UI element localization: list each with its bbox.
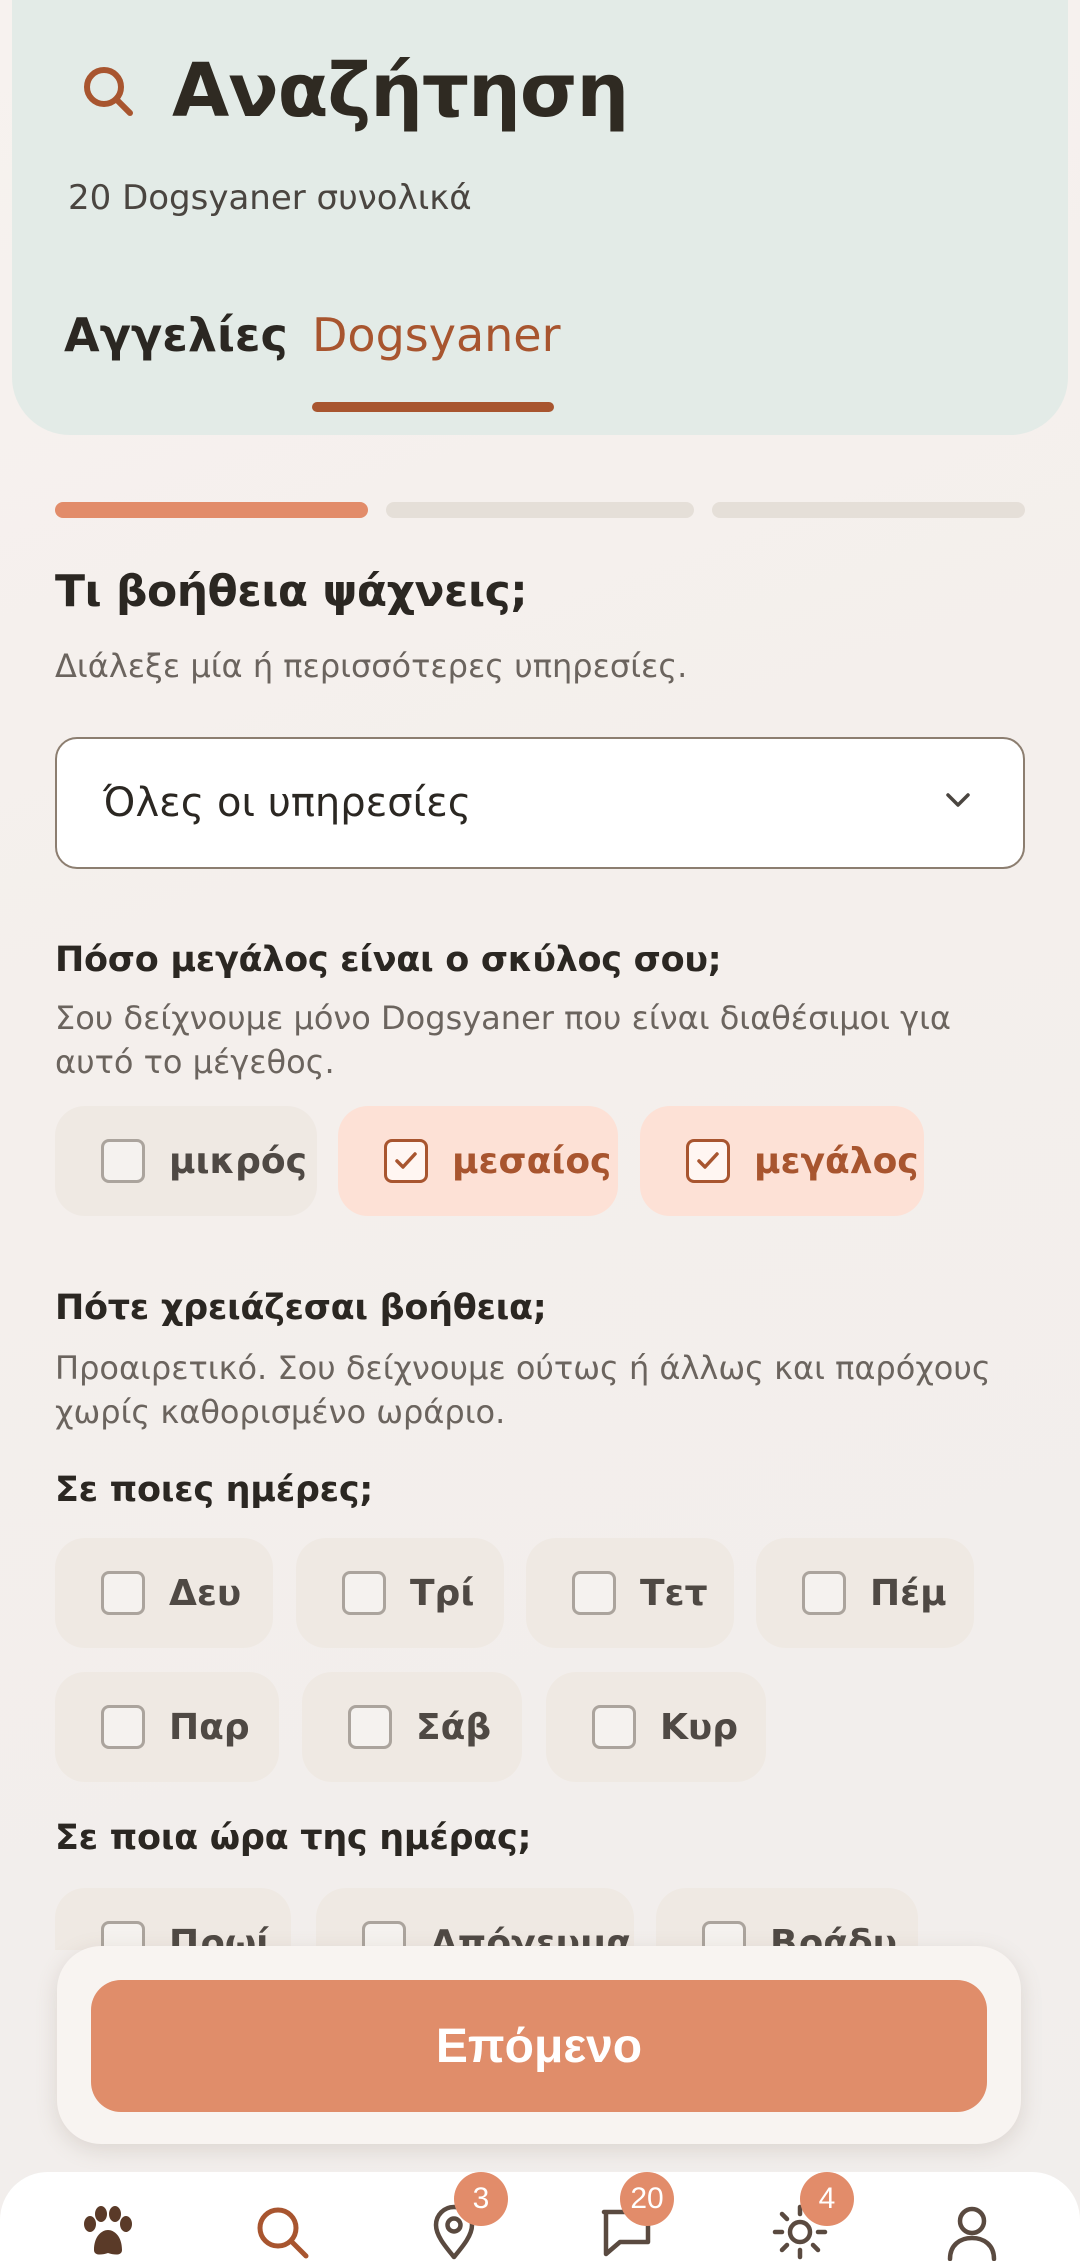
time-title: Σε ποια ώρα της ημέρας; xyxy=(55,1818,532,1858)
day-chip-thu[interactable]: Πέμ xyxy=(756,1538,974,1648)
checkbox[interactable] xyxy=(592,1705,636,1749)
chip-label: Πέμ xyxy=(870,1572,947,1614)
nav-profile[interactable] xyxy=(942,2202,1002,2262)
when-title: Πότε χρειάζεσαι βοήθεια; xyxy=(55,1288,547,1328)
services-description: Διάλεξε μία ή περισσότερες υπηρεσίες. xyxy=(55,647,688,685)
size-chip-small[interactable]: μικρός xyxy=(55,1106,317,1216)
chip-label: Δευ xyxy=(169,1572,242,1614)
day-chip-sun[interactable]: Κυρ xyxy=(546,1672,766,1782)
results-count: 20 Dogsyaner συνολικά xyxy=(68,178,472,218)
time-chips-clip: Πρωί Απόγευμα Βράδυ xyxy=(0,1880,1080,1950)
chip-label: μεγάλος xyxy=(754,1140,919,1182)
day-chip-sat[interactable]: Σάβ xyxy=(302,1672,522,1782)
progress-step-1 xyxy=(55,502,368,518)
day-chip-mon[interactable]: Δευ xyxy=(55,1538,273,1648)
paw-icon xyxy=(84,2206,132,2255)
checkbox[interactable] xyxy=(101,1705,145,1749)
days-title: Σε ποιες ημέρες; xyxy=(55,1470,373,1510)
search-icon xyxy=(72,55,144,127)
messages-badge: 20 xyxy=(620,2172,674,2226)
checkbox[interactable] xyxy=(348,1705,392,1749)
day-chip-fri[interactable]: Παρ xyxy=(55,1672,279,1782)
tab-ads[interactable]: Αγγελίες xyxy=(64,308,288,362)
cta-panel: Επόμενο xyxy=(57,1946,1021,2144)
when-description: Προαιρετικό. Σου δείχνουμε ούτως ή άλλως… xyxy=(55,1349,991,1431)
progress-step-2 xyxy=(386,502,694,518)
title-row: Αναζήτηση xyxy=(72,48,629,134)
map-badge: 3 xyxy=(454,2172,508,2226)
nav-paw[interactable] xyxy=(78,2202,138,2262)
size-chip-large[interactable]: μεγάλος xyxy=(640,1106,924,1216)
checkbox-checked[interactable] xyxy=(686,1139,730,1183)
day-chip-tue[interactable]: Τρί xyxy=(296,1538,504,1648)
size-chip-medium[interactable]: μεσαίος xyxy=(338,1106,618,1216)
chip-label: Τρί xyxy=(410,1572,475,1614)
chip-label: μικρός xyxy=(169,1140,307,1182)
check-icon xyxy=(697,1152,719,1169)
checkbox[interactable] xyxy=(101,1571,145,1615)
page-title: Αναζήτηση xyxy=(172,48,629,134)
progress-step-3 xyxy=(712,502,1025,518)
chip-label: Τετ xyxy=(640,1572,708,1614)
chip-label: Παρ xyxy=(169,1706,250,1748)
checkbox[interactable] xyxy=(572,1571,616,1615)
profile-icon xyxy=(947,2206,997,2261)
activity-badge: 4 xyxy=(800,2172,854,2226)
checkbox-checked[interactable] xyxy=(384,1139,428,1183)
active-tab-indicator xyxy=(312,402,554,412)
services-title: Τι βοήθεια ψάχνεις; xyxy=(55,566,528,617)
size-description: Σου δείχνουμε μόνο Dogsyaner που είναι δ… xyxy=(55,999,951,1081)
services-select-value: Όλες οι υπηρεσίες xyxy=(103,780,472,826)
bottom-nav: 3 20 4 xyxy=(0,2172,1080,2268)
check-icon xyxy=(395,1152,417,1169)
size-title: Πόσο μεγάλος είναι ο σκύλος σου; xyxy=(55,940,722,980)
search-icon xyxy=(257,2207,309,2259)
chevron-down-icon xyxy=(943,785,973,819)
time-chip-evening[interactable]: Βράδυ xyxy=(656,1888,918,1950)
chip-label: Σάβ xyxy=(416,1706,492,1748)
checkbox[interactable] xyxy=(342,1571,386,1615)
time-chip-afternoon[interactable]: Απόγευμα xyxy=(316,1888,634,1950)
checkbox[interactable] xyxy=(101,1139,145,1183)
chip-label: μεσαίος xyxy=(452,1140,612,1182)
search-header: Αναζήτηση 20 Dogsyaner συνολικά Αγγελίες… xyxy=(12,0,1068,435)
time-chip-morning[interactable]: Πρωί xyxy=(55,1888,291,1950)
day-chip-wed[interactable]: Τετ xyxy=(526,1538,734,1648)
chip-label: Κυρ xyxy=(660,1706,738,1748)
tab-dogsyaner[interactable]: Dogsyaner xyxy=(312,308,561,362)
services-select[interactable]: Όλες οι υπηρεσίες xyxy=(55,737,1025,869)
nav-search[interactable] xyxy=(252,2202,312,2262)
next-button[interactable]: Επόμενο xyxy=(91,1980,987,2112)
checkbox[interactable] xyxy=(802,1571,846,1615)
